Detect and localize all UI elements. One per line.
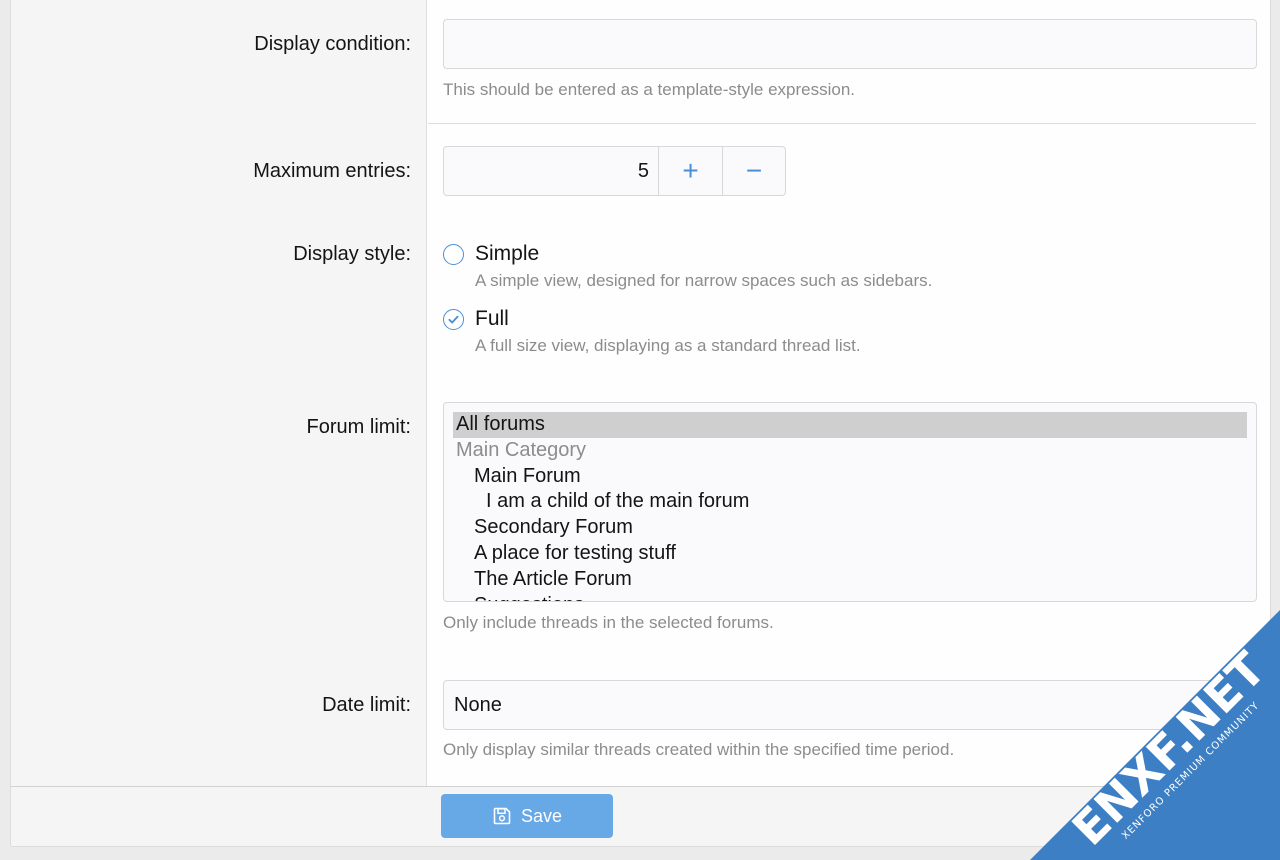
radio-simple-hint: A simple view, designed for narrow space… [475,271,933,290]
radio-full-hint: A full size view, displaying as a standa… [475,336,861,355]
radio-unchecked-icon [443,243,464,265]
date-limit-hint: Only display similar threads created wit… [443,740,955,759]
radio-full-label: Full [475,307,509,330]
decrement-button[interactable]: − [722,147,785,195]
forum-option[interactable]: The Article Forum [453,567,1247,593]
forum-option[interactable]: A place for testing stuff [453,541,1247,567]
radio-simple-label: Simple [475,242,540,265]
display-condition-label: Display condition: [254,33,411,55]
plus-icon: + [682,155,699,186]
max-entries-label: Maximum entries: [253,160,411,182]
options-panel: Display condition: This should be entere… [10,0,1271,847]
display-condition-input[interactable] [443,19,1257,69]
radio-simple[interactable]: Simple [443,242,539,266]
forum-limit-listbox[interactable]: All forums Main Category Main Forum I am… [443,402,1257,602]
forum-option[interactable]: Main Forum [453,464,1247,490]
date-limit-value: None [454,694,502,716]
save-button-label: Save [520,805,563,826]
form-footer: Save [11,786,1270,846]
forum-option[interactable]: Main Category [453,438,1247,464]
radio-full[interactable]: Full [443,307,509,331]
max-entries-input[interactable]: 5 [444,147,659,195]
date-limit-select[interactable]: None [443,680,1257,730]
check-icon [443,308,464,330]
chevron-down-icon [1236,701,1246,708]
max-entries-stepper: 5 + − [443,146,786,196]
date-limit-label: Date limit: [322,694,411,716]
forum-option[interactable]: Secondary Forum [453,515,1247,541]
section-divider [428,123,1256,124]
label-column [11,0,427,786]
increment-button[interactable]: + [659,147,722,195]
display-condition-hint: This should be entered as a template-sty… [443,80,856,99]
forum-option[interactable]: I am a child of the main forum [453,489,1247,515]
forum-limit-label: Forum limit: [306,416,411,438]
save-button[interactable]: Save [441,794,613,838]
minus-icon: − [745,155,763,186]
floppy-disk-icon [493,807,511,825]
forum-option[interactable]: All forums [453,412,1247,438]
forum-option[interactable]: Suggestions [453,593,1247,601]
forum-limit-hint: Only include threads in the selected for… [443,613,774,632]
display-style-label: Display style: [293,243,411,265]
